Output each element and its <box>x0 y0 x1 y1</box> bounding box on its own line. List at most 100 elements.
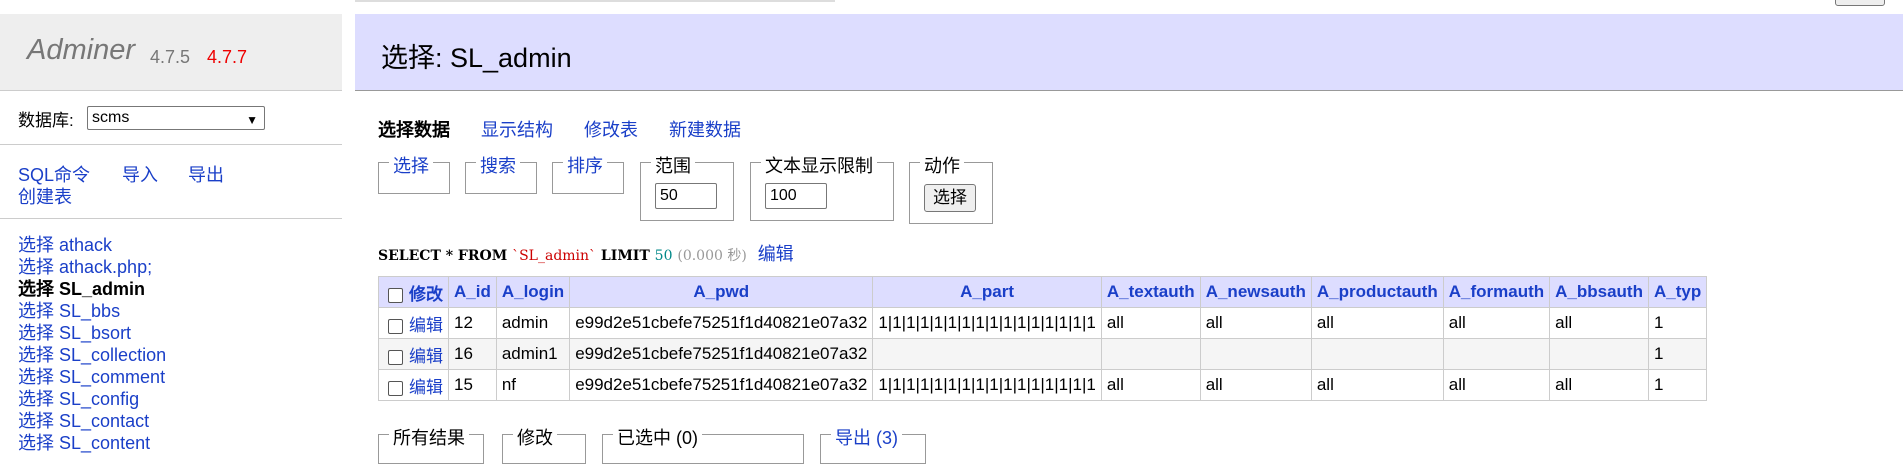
search-link[interactable]: 搜索 <box>476 152 520 178</box>
sql-table-name: `SL_admin` <box>512 248 597 264</box>
divider <box>0 144 342 145</box>
table-cell[interactable]: e99d2e51cbefe75251f1d40821e07a32 <box>569 307 874 339</box>
tab-show-structure[interactable]: 显示结构 <box>481 116 553 142</box>
select-table-link[interactable]: 选择 <box>18 411 54 431</box>
sort-link[interactable]: 排序 <box>563 152 607 178</box>
select-all-checkbox[interactable] <box>388 287 403 303</box>
table-cell[interactable] <box>872 338 1102 370</box>
text-length-input[interactable] <box>765 183 827 209</box>
modify-header-link[interactable]: 修改 <box>409 285 443 304</box>
tab-new-item[interactable]: 新建数据 <box>669 116 741 142</box>
import-link[interactable]: 导入 <box>122 161 158 187</box>
top-right-button[interactable] <box>1835 0 1885 6</box>
table-cell[interactable]: all <box>1549 307 1649 339</box>
modify-legend: 修改 <box>513 424 557 450</box>
select-table-link[interactable]: 选择 <box>18 323 54 343</box>
table-cell[interactable]: 1|1|1|1|1|1|1|1|1|1|1|1|1|1|1|1 <box>872 307 1102 339</box>
export-fieldset: 导出 (3) <box>820 424 926 464</box>
brand-header: Adminer 4.7.5 4.7.7 <box>0 14 342 91</box>
table-cell[interactable] <box>1442 338 1551 370</box>
row-checkbox[interactable] <box>388 318 403 334</box>
select-table-link[interactable]: 选择 <box>18 279 54 299</box>
table-cell[interactable] <box>1310 338 1444 370</box>
table-cell[interactable]: all <box>1549 369 1649 401</box>
action-legend: 动作 <box>920 152 964 178</box>
table-cell[interactable]: 1 <box>1647 338 1708 370</box>
column-header[interactable]: A_typ <box>1647 276 1708 308</box>
version-latest[interactable]: 4.7.7 <box>207 47 247 68</box>
select-columns-link[interactable]: 选择 <box>389 152 433 178</box>
limit-fieldset: 范围 <box>640 152 734 221</box>
table-cell[interactable]: 1 <box>1647 307 1708 339</box>
table-structure-link[interactable]: SL_config <box>59 389 139 409</box>
select-table-link[interactable]: 选择 <box>18 301 54 321</box>
select-table-link[interactable]: 选择 <box>18 389 54 409</box>
column-header[interactable]: A_productauth <box>1310 276 1444 308</box>
table-cell[interactable]: all <box>1100 307 1201 339</box>
column-header[interactable]: A_newsauth <box>1199 276 1312 308</box>
export-link-bottom[interactable]: 导出 (3) <box>831 424 902 450</box>
sidebar-table-item: 选择 SL_config <box>18 388 166 410</box>
column-header[interactable]: A_formauth <box>1442 276 1551 308</box>
table-structure-link[interactable]: athack.php; <box>59 257 152 277</box>
limit-input[interactable] <box>655 183 717 209</box>
sidebar-table-item: 选择 SL_contact <box>18 410 166 432</box>
table-cell[interactable]: e99d2e51cbefe75251f1d40821e07a32 <box>569 338 874 370</box>
table-cell[interactable]: all <box>1442 307 1551 339</box>
select-table-link[interactable]: 选择 <box>18 257 54 277</box>
table-structure-link[interactable]: SL_collection <box>59 345 166 365</box>
table-cell[interactable]: e99d2e51cbefe75251f1d40821e07a32 <box>569 369 874 401</box>
table-cell[interactable]: admin1 <box>495 338 571 370</box>
row-checkbox[interactable] <box>388 349 403 365</box>
table-cell[interactable]: 15 <box>448 369 497 401</box>
select-table-link[interactable]: 选择 <box>18 433 54 453</box>
table-cell[interactable]: all <box>1310 307 1444 339</box>
column-header[interactable]: A_pwd <box>569 276 874 308</box>
column-header[interactable]: A_textauth <box>1100 276 1201 308</box>
table-structure-link[interactable]: SL_bbs <box>59 301 120 321</box>
sql-keyword: SELECT * FROM <box>378 248 508 264</box>
table-cell[interactable]: all <box>1100 369 1201 401</box>
column-header[interactable]: A_id <box>448 276 497 308</box>
select-table-link[interactable]: 选择 <box>18 367 54 387</box>
row-edit-link[interactable]: 编辑 <box>409 316 443 335</box>
create-table-link[interactable]: 创建表 <box>18 183 72 209</box>
select-table-link[interactable]: 选择 <box>18 235 54 255</box>
table-cell[interactable]: all <box>1442 369 1551 401</box>
table-cell[interactable]: 1 <box>1647 369 1708 401</box>
table-cell[interactable] <box>1199 338 1312 370</box>
edit-query-link[interactable]: 编辑 <box>758 244 794 264</box>
table-cell[interactable] <box>1100 338 1201 370</box>
column-header[interactable]: A_bbsauth <box>1549 276 1649 308</box>
select-submit-button[interactable]: 选择 <box>924 184 976 212</box>
table-structure-link[interactable]: athack <box>59 235 112 255</box>
table-structure-link[interactable]: SL_admin <box>59 279 145 299</box>
table-cell[interactable]: all <box>1310 369 1444 401</box>
tab-alter-table[interactable]: 修改表 <box>584 116 638 142</box>
table-structure-link[interactable]: SL_bsort <box>59 323 131 343</box>
table-cell[interactable]: admin <box>495 307 571 339</box>
app-logo[interactable]: Adminer <box>27 34 135 67</box>
table-cell[interactable]: nf <box>495 369 571 401</box>
table-structure-link[interactable]: SL_comment <box>59 367 165 387</box>
select-table-link[interactable]: 选择 <box>18 345 54 365</box>
column-header[interactable]: A_login <box>495 276 571 308</box>
table-structure-link[interactable]: SL_contact <box>59 411 149 431</box>
sql-limit-number: 50 <box>654 248 673 264</box>
table-cell[interactable]: 12 <box>448 307 497 339</box>
table-structure-link[interactable]: SL_content <box>59 433 150 453</box>
column-header[interactable]: A_part <box>872 276 1102 308</box>
table-cell[interactable]: 16 <box>448 338 497 370</box>
db-select[interactable]: scms ▼ <box>87 106 265 130</box>
row-actions-cell: 编辑 <box>378 338 449 370</box>
table-cell[interactable]: all <box>1199 369 1312 401</box>
table-cell[interactable]: all <box>1199 307 1312 339</box>
export-link[interactable]: 导出 <box>188 161 224 187</box>
version-current[interactable]: 4.7.5 <box>150 47 190 68</box>
table-cell[interactable]: 1|1|1|1|1|1|1|1|1|1|1|1|1|1|1|1 <box>872 369 1102 401</box>
row-checkbox[interactable] <box>388 380 403 396</box>
row-edit-link[interactable]: 编辑 <box>409 378 443 397</box>
table-row: 编辑 15 nf e99d2e51cbefe75251f1d40821e07a32 1|… <box>378 369 1708 401</box>
row-edit-link[interactable]: 编辑 <box>409 347 443 366</box>
table-cell[interactable] <box>1549 338 1649 370</box>
